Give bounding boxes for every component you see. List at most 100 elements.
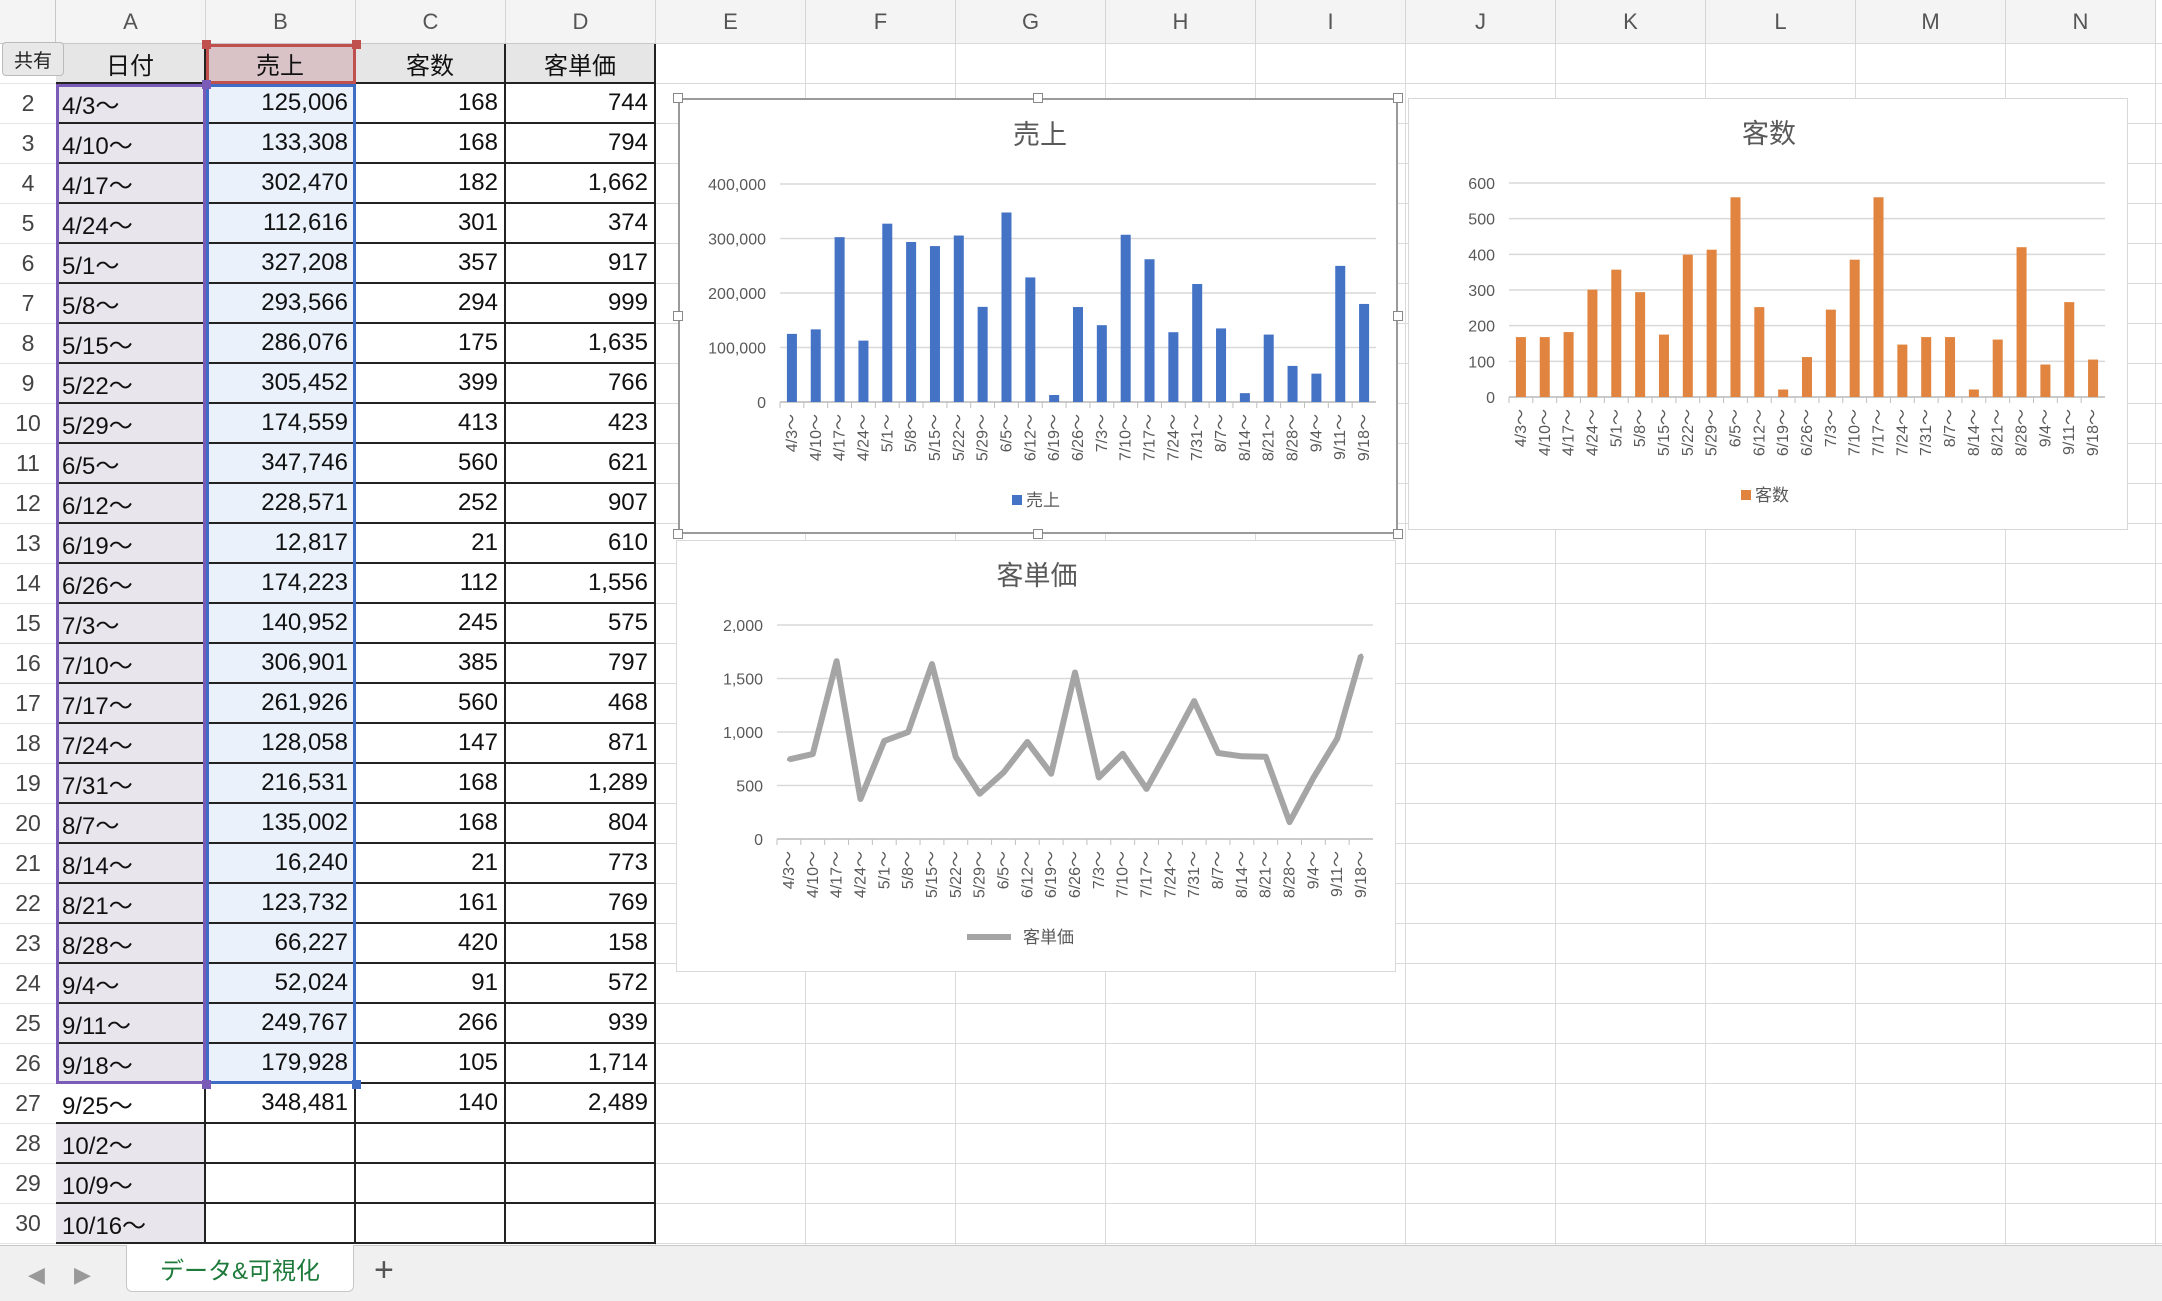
table-cell[interactable]: 112 [356,564,506,604]
table-cell[interactable]: 399 [356,364,506,404]
row-header[interactable]: 18 [0,724,56,764]
table-cell[interactable]: 175 [356,324,506,364]
row-header[interactable]: 29 [0,1164,56,1204]
column-header[interactable]: L [1706,0,1856,44]
table-cell[interactable]: 21 [356,524,506,564]
add-sheet-button[interactable]: + [374,1252,394,1288]
column-header[interactable]: H [1106,0,1256,44]
table-cell[interactable]: 621 [506,444,656,484]
column-header[interactable]: D [506,0,656,44]
table-cell[interactable] [356,1164,506,1204]
table-cell[interactable]: 1,289 [506,764,656,804]
table-cell[interactable]: 773 [506,844,656,884]
column-header[interactable]: B [206,0,356,44]
column-header[interactable]: N [2006,0,2156,44]
selection-handle[interactable] [202,40,211,49]
column-header[interactable]: K [1556,0,1706,44]
row-header[interactable]: 16 [0,644,56,684]
table-cell[interactable]: 572 [506,964,656,1004]
selection-handle[interactable] [202,1080,211,1089]
share-button[interactable]: 共有 [2,42,64,76]
table-cell[interactable]: 917 [506,244,656,284]
table-header-cell[interactable]: 客数 [356,44,506,84]
row-header[interactable]: 26 [0,1044,56,1084]
table-cell[interactable]: 294 [356,284,506,324]
column-header[interactable]: A [56,0,206,44]
table-cell[interactable]: 252 [356,484,506,524]
chart-resize-handle[interactable] [1393,311,1403,321]
column-header[interactable]: J [1406,0,1556,44]
row-header[interactable]: 5 [0,204,56,244]
table-cell[interactable]: 610 [506,524,656,564]
table-cell[interactable]: 168 [356,804,506,844]
row-header[interactable]: 12 [0,484,56,524]
table-cell[interactable]: 939 [506,1004,656,1044]
column-header[interactable]: E [656,0,806,44]
table-cell[interactable]: 1,556 [506,564,656,604]
chart-resize-handle[interactable] [1393,529,1403,539]
column-header[interactable]: F [806,0,956,44]
table-cell[interactable] [506,1124,656,1164]
table-cell[interactable] [506,1164,656,1204]
previous-sheet-icon[interactable]: ◀ [28,1262,45,1288]
table-cell[interactable] [206,1124,356,1164]
table-cell[interactable]: 245 [356,604,506,644]
row-header[interactable]: 24 [0,964,56,1004]
selection-handle[interactable] [202,80,211,89]
row-header[interactable]: 19 [0,764,56,804]
row-header[interactable]: 20 [0,804,56,844]
row-header[interactable]: 4 [0,164,56,204]
customers-chart[interactable]: 客数 0 100 200 300 400 500 600 4/3〜 4/10〜 4/17〜 4/24〜… [1408,98,2128,530]
chart-resize-handle[interactable] [673,311,683,321]
table-cell[interactable]: 266 [356,1004,506,1044]
table-cell[interactable]: 560 [356,684,506,724]
table-cell[interactable]: 158 [506,924,656,964]
row-header[interactable]: 30 [0,1204,56,1244]
table-header-cell[interactable]: 日付 [56,44,206,84]
table-cell[interactable]: 348,481 [206,1084,356,1124]
table-cell[interactable]: 301 [356,204,506,244]
row-header[interactable]: 27 [0,1084,56,1124]
table-cell[interactable]: 769 [506,884,656,924]
table-cell[interactable]: 105 [356,1044,506,1084]
chart-resize-handle[interactable] [1033,529,1043,539]
table-cell[interactable]: 794 [506,124,656,164]
table-cell[interactable]: 420 [356,924,506,964]
table-cell[interactable]: 10/16〜 [56,1204,206,1244]
row-header[interactable]: 9 [0,364,56,404]
table-cell[interactable]: 10/2〜 [56,1124,206,1164]
row-header[interactable]: 22 [0,884,56,924]
table-cell[interactable]: 385 [356,644,506,684]
column-header[interactable]: I [1256,0,1406,44]
table-cell[interactable]: 423 [506,404,656,444]
table-cell[interactable]: 147 [356,724,506,764]
table-cell[interactable]: 413 [356,404,506,444]
row-header[interactable]: 11 [0,444,56,484]
table-cell[interactable]: 161 [356,884,506,924]
table-cell[interactable]: 10/9〜 [56,1164,206,1204]
table-cell[interactable]: 21 [356,844,506,884]
table-cell[interactable]: 168 [356,764,506,804]
table-cell[interactable]: 182 [356,164,506,204]
row-header[interactable]: 28 [0,1124,56,1164]
row-header[interactable]: 25 [0,1004,56,1044]
table-cell[interactable]: 468 [506,684,656,724]
table-cell[interactable]: 804 [506,804,656,844]
table-cell[interactable]: 140 [356,1084,506,1124]
row-header[interactable]: 17 [0,684,56,724]
row-header[interactable]: 2 [0,84,56,124]
table-cell[interactable]: 766 [506,364,656,404]
table-cell[interactable] [206,1204,356,1244]
row-header[interactable]: 6 [0,244,56,284]
chart-resize-handle[interactable] [1393,93,1403,103]
row-header[interactable]: 14 [0,564,56,604]
chart-resize-handle[interactable] [1033,93,1043,103]
selection-handle[interactable] [352,40,361,49]
table-cell[interactable]: 907 [506,484,656,524]
chart-resize-handle[interactable] [673,529,683,539]
table-cell[interactable]: 168 [356,124,506,164]
table-cell[interactable]: 744 [506,84,656,124]
table-cell[interactable]: 357 [356,244,506,284]
row-header[interactable]: 3 [0,124,56,164]
row-header[interactable]: 7 [0,284,56,324]
